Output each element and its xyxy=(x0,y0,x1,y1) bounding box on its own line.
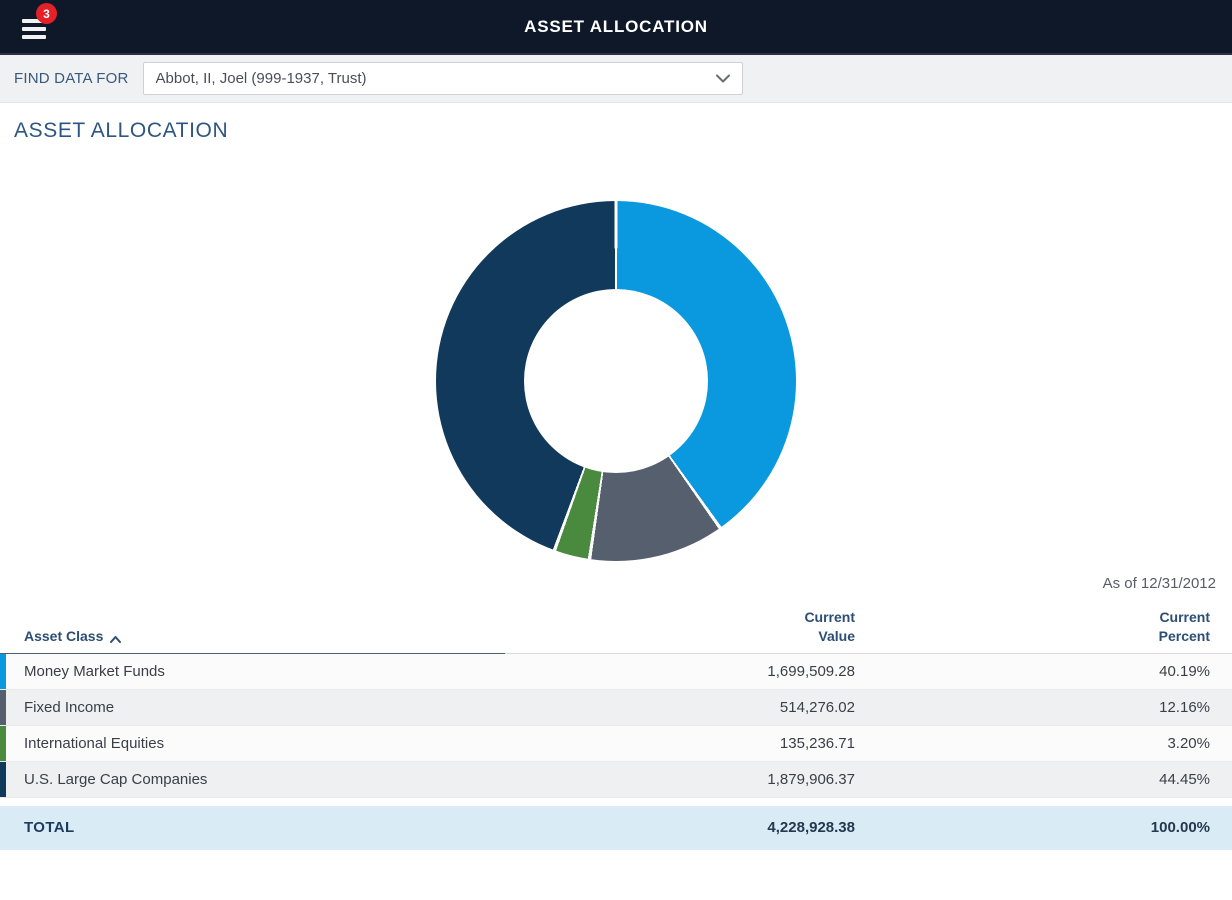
main-content: ASSET ALLOCATION As of 12/31/2012 Asset … xyxy=(0,103,1232,850)
chart-area xyxy=(0,201,1232,561)
as-of-date: As of 12/31/2012 xyxy=(0,561,1232,592)
app-header: 3 ASSET ALLOCATION xyxy=(0,0,1232,55)
table-row[interactable]: Fixed Income 514,276.02 12.16% xyxy=(0,690,1232,726)
current-value-cell: 514,276.02 xyxy=(505,699,855,716)
asset-class-cell: International Equities xyxy=(6,735,505,752)
current-value-cell: 1,879,906.37 xyxy=(505,771,855,788)
total-row: TOTAL 4,228,928.38 100.00% xyxy=(0,806,1232,850)
column-header-current-percent[interactable]: Current Percent xyxy=(855,608,1232,653)
table-row[interactable]: U.S. Large Cap Companies 1,879,906.37 44… xyxy=(0,762,1232,798)
asset-class-cell: Fixed Income xyxy=(6,699,505,716)
account-select-value: Abbot, II, Joel (999-1937, Trust) xyxy=(156,70,367,87)
current-percent-cell: 44.45% xyxy=(855,771,1232,788)
table-row[interactable]: Money Market Funds 1,699,509.28 40.19% xyxy=(0,654,1232,690)
notification-badge: 3 xyxy=(36,3,57,24)
sort-ascending-icon xyxy=(110,636,121,643)
current-value-cell: 135,236.71 xyxy=(505,735,855,752)
current-value-cell: 1,699,509.28 xyxy=(505,663,855,680)
asset-class-cell: Money Market Funds xyxy=(6,663,505,680)
current-percent-cell: 3.20% xyxy=(855,735,1232,752)
app-title: ASSET ALLOCATION xyxy=(524,17,708,37)
menu-button[interactable]: 3 xyxy=(16,12,56,46)
total-label: TOTAL xyxy=(0,819,505,836)
table-row[interactable]: International Equities 135,236.71 3.20% xyxy=(0,726,1232,762)
column-header-asset-class[interactable]: Asset Class xyxy=(0,608,505,654)
donut-hole xyxy=(524,289,708,473)
find-data-bar: FIND DATA FOR Abbot, II, Joel (999-1937,… xyxy=(0,55,1232,103)
account-select[interactable]: Abbot, II, Joel (999-1937, Trust) xyxy=(143,62,743,95)
find-data-label: FIND DATA FOR xyxy=(14,70,129,87)
total-percent: 100.00% xyxy=(855,819,1232,836)
current-percent-cell: 12.16% xyxy=(855,699,1232,716)
current-percent-cell: 40.19% xyxy=(855,663,1232,680)
asset-class-cell: U.S. Large Cap Companies xyxy=(6,771,505,788)
table-body: Money Market Funds 1,699,509.28 40.19% F… xyxy=(0,654,1232,798)
chevron-down-icon xyxy=(716,74,730,83)
total-value: 4,228,928.38 xyxy=(505,819,855,836)
asset-allocation-table: Asset Class Current Value Current Percen… xyxy=(0,604,1232,850)
donut-chart[interactable] xyxy=(436,201,796,561)
page-title: ASSET ALLOCATION xyxy=(0,103,1232,143)
asset-class-header-label: Asset Class xyxy=(24,627,103,646)
column-header-current-value[interactable]: Current Value xyxy=(505,608,855,653)
table-header-row: Asset Class Current Value Current Percen… xyxy=(0,604,1232,654)
